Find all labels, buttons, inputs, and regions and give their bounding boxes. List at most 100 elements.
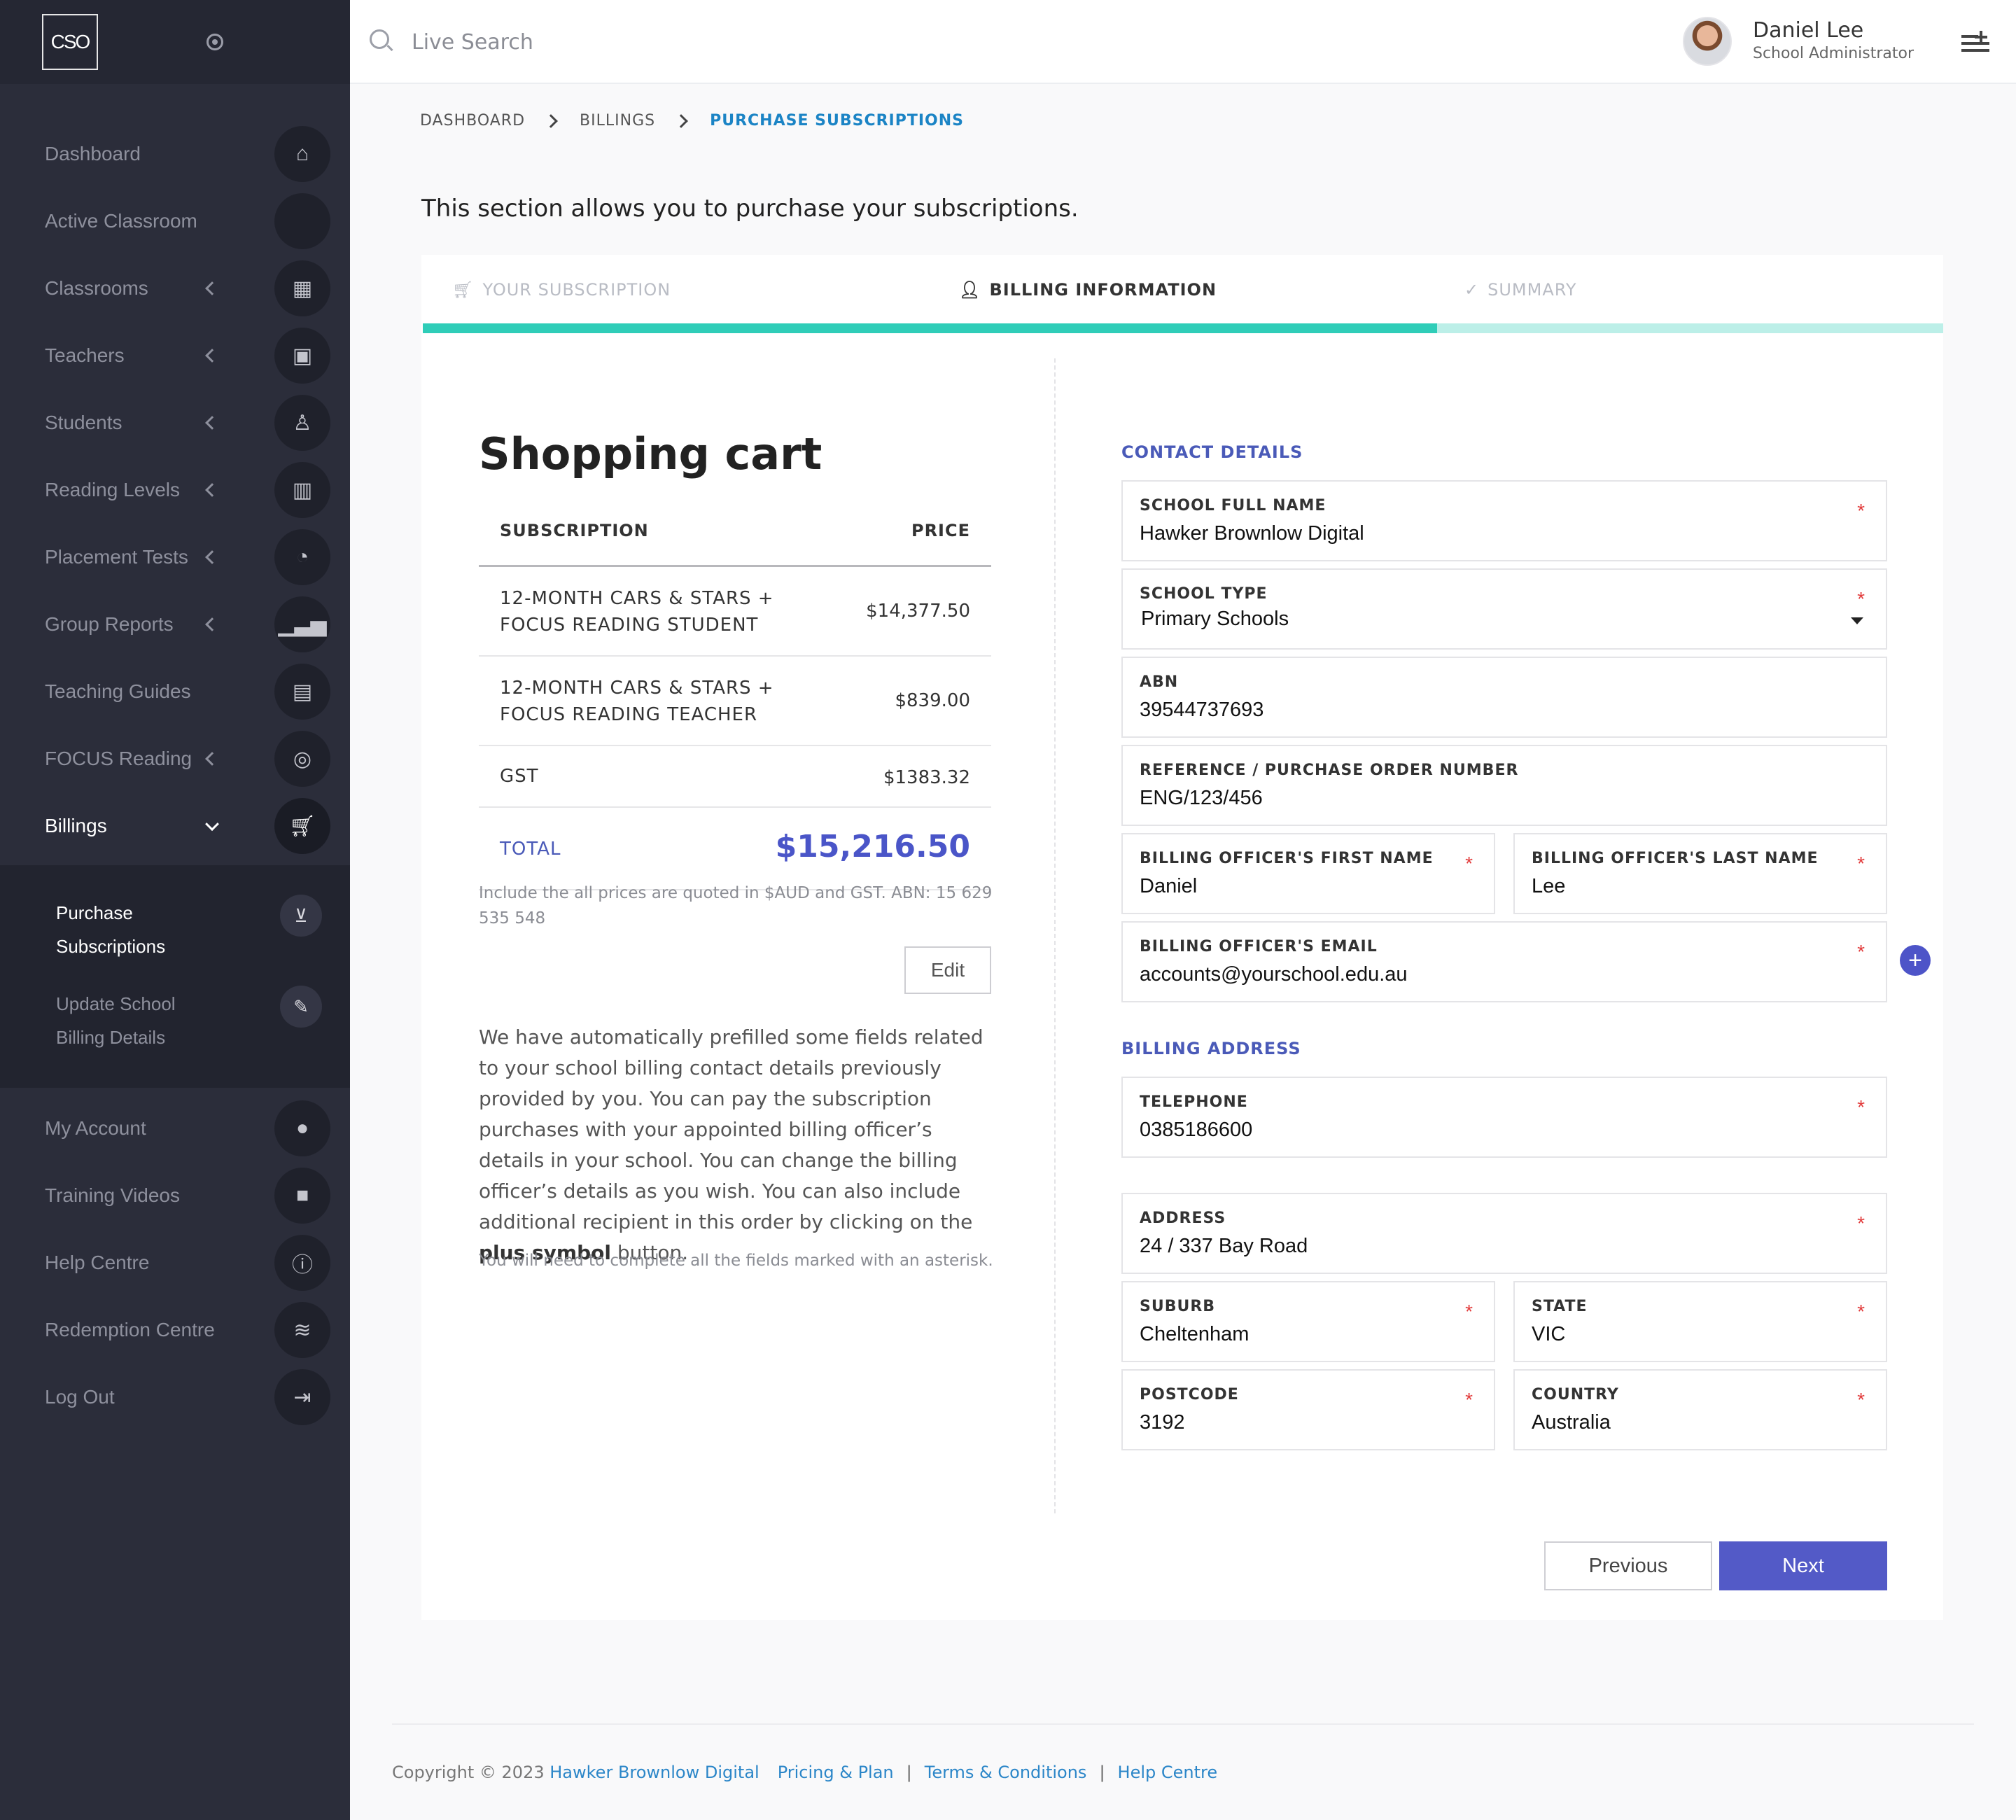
footer-separator: | <box>906 1763 912 1782</box>
sidebar-item-label: FOCUS Reading <box>45 748 192 769</box>
footer-company-link[interactable]: Hawker Brownlow Digital <box>550 1763 759 1782</box>
breadcrumb-billings[interactable]: BILLINGS <box>580 112 655 130</box>
required-marker: * <box>1465 1389 1473 1410</box>
sidebar-item-teaching-guides[interactable]: Teaching Guides ▤ <box>0 658 350 725</box>
sidebar-item-log-out[interactable]: Log Out ⇥ <box>0 1364 350 1431</box>
sidebar-item-billings[interactable]: Billings 🛒︎ <box>0 792 350 860</box>
field-value[interactable]: 3192 <box>1140 1411 1185 1434</box>
country-field[interactable]: COUNTRY Australia * <box>1513 1369 1887 1450</box>
sidebar-subitem-purchase-subscriptions[interactable]: Purchase Subscriptions <box>56 896 238 963</box>
field-value[interactable]: Lee <box>1532 875 1565 898</box>
sidebar-header: CSO <box>0 0 350 84</box>
row-name-line: 12-MONTH CARS & STARS + <box>500 678 774 699</box>
required-marker: * <box>1857 1212 1865 1234</box>
field-value[interactable]: 24 / 337 Bay Road <box>1140 1235 1308 1258</box>
field-value[interactable]: Hawker Brownlow Digital <box>1140 522 1364 545</box>
sidebar-item-training-videos[interactable]: Training Videos ■ <box>0 1162 350 1229</box>
suburb-field[interactable]: SUBURB Cheltenham * <box>1121 1281 1495 1362</box>
user-name[interactable]: Daniel Lee <box>1753 18 1863 43</box>
page-intro: This section allows you to purchase your… <box>421 195 1079 223</box>
footer-terms-link[interactable]: Terms & Conditions <box>925 1763 1087 1782</box>
subitem-label: Purchase <box>56 902 133 923</box>
field-value[interactable]: 0385186600 <box>1140 1119 1252 1142</box>
wizard-steps: 🛒︎ YOUR SUBSCRIPTION 👤︎ BILLING INFORMAT… <box>421 255 1943 336</box>
sidebar-item-classrooms[interactable]: Classrooms ▦ <box>0 255 350 322</box>
chevron-left-icon <box>205 281 219 295</box>
sidebar-item-label: Dashboard <box>45 143 141 164</box>
step-label: YOUR SUBSCRIPTION <box>482 280 671 300</box>
sidebar-item-teachers[interactable]: Teachers ▣ <box>0 322 350 389</box>
sidebar-item-focus-reading[interactable]: FOCUS Reading ◎ <box>0 725 350 792</box>
avatar[interactable] <box>1683 17 1732 66</box>
row-price: $14,377.50 <box>866 601 970 622</box>
search-input[interactable] <box>412 24 832 60</box>
footer-help-link[interactable]: Help Centre <box>1118 1763 1218 1782</box>
field-value[interactable]: 39544737693 <box>1140 699 1264 722</box>
cart-table: SUBSCRIPTION PRICE 12-MONTH CARS & STARS… <box>479 487 991 890</box>
field-value[interactable]: ENG/123/456 <box>1140 787 1263 810</box>
sidebar-item-placement-tests[interactable]: Placement Tests ◔ <box>0 524 350 591</box>
field-label: BILLING OFFICER'S FIRST NAME <box>1140 850 1434 867</box>
sidebar-item-label: Teaching Guides <box>45 680 191 702</box>
row-price: $839.00 <box>895 690 970 711</box>
contact-details-title: CONTACT DETAILS <box>1121 442 1303 462</box>
telephone-field[interactable]: TELEPHONE 0385186600 * <box>1121 1077 1887 1158</box>
abn-field[interactable]: ABN 39544737693 <box>1121 657 1887 738</box>
email-field[interactable]: BILLING OFFICER'S EMAIL accounts@yoursch… <box>1121 921 1887 1002</box>
breadcrumb-current: PURCHASE SUBSCRIPTIONS <box>710 112 965 130</box>
footer-pricing-link[interactable]: Pricing & Plan <box>778 1763 894 1782</box>
sidebar-item-dashboard[interactable]: Dashboard ⌂ <box>0 120 350 188</box>
logo[interactable]: CSO <box>42 14 98 70</box>
next-button[interactable]: Next <box>1719 1541 1887 1590</box>
check-icon: ✓ <box>1464 280 1480 300</box>
sidebar-item-help-centre[interactable]: Help Centre ⓘ <box>0 1229 350 1296</box>
school-name-field[interactable]: SCHOOL FULL NAME Hawker Brownlow Digital… <box>1121 480 1887 561</box>
sidebar-item-my-account[interactable]: My Account ● <box>0 1095 350 1162</box>
video-icon: ■ <box>274 1168 330 1224</box>
sidebar-item-active-classroom[interactable]: Active Classroom <box>0 188 350 255</box>
billing-address-title: BILLING ADDRESS <box>1121 1039 1301 1058</box>
address-field[interactable]: ADDRESS 24 / 337 Bay Road * <box>1121 1193 1887 1274</box>
field-value[interactable]: Australia <box>1532 1411 1611 1434</box>
state-field[interactable]: STATE VIC * <box>1513 1281 1887 1362</box>
add-list-icon[interactable] <box>1961 31 1989 55</box>
add-recipient-button[interactable]: + <box>1900 945 1931 976</box>
step-your-subscription[interactable]: 🛒︎ YOUR SUBSCRIPTION <box>452 280 671 300</box>
breadcrumb-dashboard[interactable]: DASHBOARD <box>420 112 525 130</box>
account-icon: ● <box>274 1100 330 1156</box>
subitem-label: Billing Details <box>56 1027 166 1048</box>
last-name-field[interactable]: BILLING OFFICER'S LAST NAME Lee * <box>1513 833 1887 914</box>
table-row: 12-MONTH CARS & STARS + FOCUS READING ST… <box>479 567 991 657</box>
sidebar-item-label: Group Reports <box>45 613 174 635</box>
field-label: TELEPHONE <box>1140 1093 1248 1111</box>
first-name-field[interactable]: BILLING OFFICER'S FIRST NAME Daniel * <box>1121 833 1495 914</box>
edit-button[interactable]: Edit <box>904 946 991 994</box>
price-note: Include the all prices are quoted in $AU… <box>479 884 993 927</box>
sidebar-item-students[interactable]: Students ♙ <box>0 389 350 456</box>
sidebar-item-label: Help Centre <box>45 1252 150 1273</box>
user-role: School Administrator <box>1753 45 1914 62</box>
sidebar-subitem-update-billing[interactable]: Update School Billing Details <box>56 987 238 1054</box>
sidebar-item-label: Active Classroom <box>45 210 197 232</box>
sidebar-item-label: Training Videos <box>45 1184 181 1206</box>
reference-field[interactable]: REFERENCE / PURCHASE ORDER NUMBER ENG/12… <box>1121 745 1887 826</box>
pencil-icon[interactable]: ✎ <box>280 986 322 1028</box>
field-value[interactable]: Primary Schools <box>1141 608 1289 631</box>
sidebar-item-reading-levels[interactable]: Reading Levels ▥ <box>0 456 350 524</box>
sidebar-toggle-icon[interactable] <box>206 34 223 50</box>
postcode-field[interactable]: POSTCODE 3192 * <box>1121 1369 1495 1450</box>
basket-icon[interactable]: ⊻ <box>280 895 322 937</box>
field-value[interactable]: VIC <box>1532 1323 1565 1346</box>
wizard-progress-fill <box>423 323 1437 333</box>
field-value[interactable]: accounts@yourschool.edu.au <box>1140 963 1408 986</box>
previous-button[interactable]: Previous <box>1544 1541 1712 1590</box>
field-value[interactable]: Daniel <box>1140 875 1197 898</box>
step-summary[interactable]: ✓ SUMMARY <box>1464 280 1577 300</box>
field-value[interactable]: Cheltenham <box>1140 1323 1249 1346</box>
sidebar-item-redemption-centre[interactable]: Redemption Centre ≋ <box>0 1296 350 1364</box>
classrooms-icon: ▦ <box>274 260 330 316</box>
teacher-icon: ▣ <box>274 328 330 384</box>
step-billing-information[interactable]: 👤︎ BILLING INFORMATION <box>959 280 1217 300</box>
school-type-select[interactable]: SCHOOL TYPE Primary Schools * <box>1121 568 1887 650</box>
sidebar-item-group-reports[interactable]: Group Reports ▁▃▅ <box>0 591 350 658</box>
